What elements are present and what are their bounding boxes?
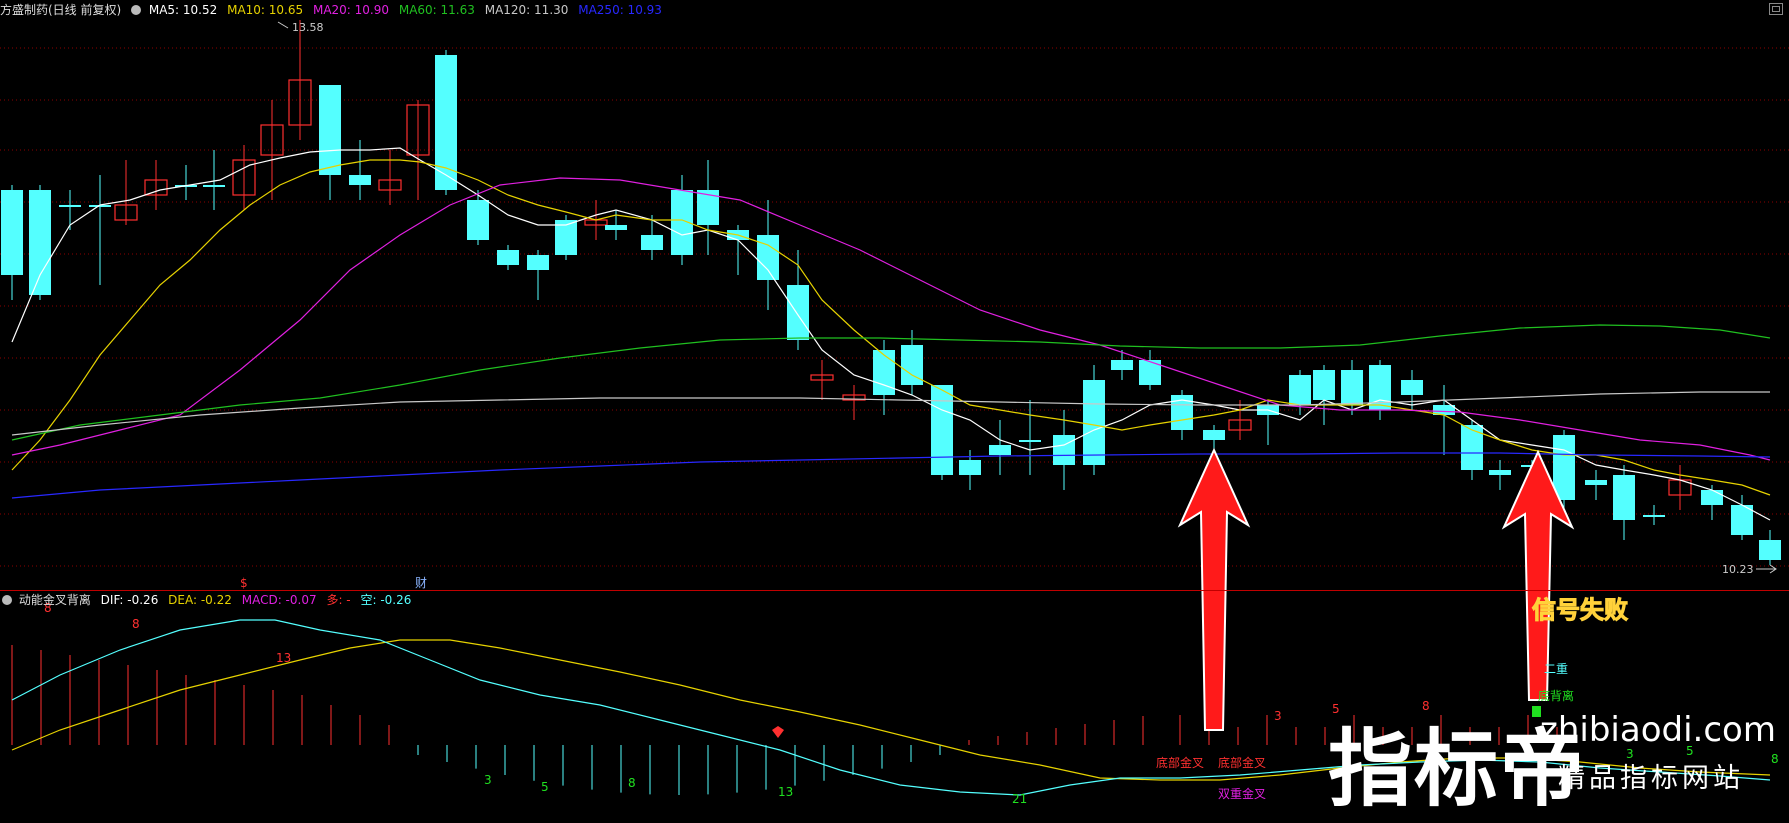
candle-body-down — [989, 445, 1011, 455]
candle-body-down — [1289, 375, 1311, 405]
candle-body-down — [1643, 515, 1665, 517]
count-label: 8 — [628, 776, 636, 790]
kline-chart[interactable]: 13.58 10.23 $ 财 底部金叉 底部金叉 双重金叉 二重 底背离 8 8… — [0, 0, 1789, 818]
count-label: 13 — [276, 651, 291, 665]
candle-body-down — [527, 255, 549, 270]
candle-body-down — [203, 185, 225, 187]
candle-body-down — [1053, 435, 1075, 465]
candle-body-down — [1, 190, 23, 275]
count-label: 5 — [541, 780, 549, 794]
marker-dollar: $ — [240, 576, 248, 590]
candle-body-down — [1613, 475, 1635, 520]
watermark-tagline: 精品指标网站 — [1558, 763, 1744, 794]
candle-body-down — [1461, 425, 1483, 470]
annotation-bottom-cross-2: 底部金叉 — [1218, 755, 1266, 770]
candle-body-down — [497, 250, 519, 265]
candle-body-down — [319, 85, 341, 175]
high-price-label: 13.58 — [292, 21, 324, 34]
moving-average-lines — [11, 147, 1771, 521]
ma5-line — [11, 147, 1771, 521]
macd-label: MACD: -0.07 — [241, 593, 317, 607]
duo-label: 多: - — [326, 593, 351, 607]
candle-body-down — [435, 55, 457, 190]
candle-body-down — [931, 385, 953, 475]
candle-body-down — [605, 225, 627, 230]
candle-body-down — [1759, 540, 1781, 560]
annotation-bottom-divergence: 底背离 — [1538, 688, 1574, 703]
candle-body-down — [1019, 440, 1041, 442]
candle-body-down — [467, 200, 489, 240]
candle-body-down — [1585, 480, 1607, 485]
candle-body-down — [1401, 380, 1423, 395]
candle-body-down — [1489, 470, 1511, 475]
candle-body-down — [1313, 370, 1335, 400]
candle-body-down — [959, 460, 981, 475]
candle-body-down — [641, 235, 663, 250]
candle-body-down — [349, 175, 371, 185]
candle-body-down — [787, 285, 809, 340]
marker-finance: 财 — [415, 576, 427, 590]
count-label: 3 — [484, 773, 492, 787]
signal-failed-label: 信号失败 — [1532, 596, 1629, 625]
high-pointer — [277, 21, 289, 29]
annotation-bottom-cross-1: 底部金叉 — [1156, 755, 1204, 770]
ma10-line — [11, 159, 1771, 496]
circle-dropdown-icon[interactable] — [2, 595, 12, 605]
ma20-line — [11, 177, 1771, 461]
kong-label: 空: -0.26 — [360, 593, 412, 607]
watermark-url: zhibiaodi.com — [1540, 710, 1776, 750]
candle-body-down — [757, 235, 779, 280]
ma120-line — [11, 391, 1770, 436]
annotation-double: 二重 — [1544, 662, 1568, 676]
indicator-header: 动能金叉背离 DIF: -0.26 DEA: -0.22 MACD: -0.07… — [0, 591, 417, 609]
count-label: 8 — [132, 617, 140, 631]
count-label: 21 — [1012, 792, 1027, 806]
candlesticks — [1, 20, 1781, 565]
count-label: 13 — [778, 785, 793, 799]
red-diamond-icon — [772, 726, 784, 738]
candle-body-down — [1701, 490, 1723, 505]
low-price-label: 10.23 — [1722, 563, 1754, 576]
candle-body-down — [29, 190, 51, 295]
dea-label: DEA: -0.22 — [168, 593, 232, 607]
candle-body-down — [59, 205, 81, 207]
count-label: 3 — [1274, 709, 1282, 723]
candle-body-down — [1341, 370, 1363, 405]
indicator-name[interactable]: 动能金叉背离 — [19, 593, 91, 607]
ma250-line — [11, 452, 1771, 499]
candle-body-down — [1083, 380, 1105, 465]
count-label: 8 — [1771, 752, 1779, 766]
dif-label: DIF: -0.26 — [100, 593, 159, 607]
candle-body-down — [1111, 360, 1133, 370]
annotation-double-cross: 双重金叉 — [1218, 786, 1266, 801]
candle-body-down — [1203, 430, 1225, 440]
